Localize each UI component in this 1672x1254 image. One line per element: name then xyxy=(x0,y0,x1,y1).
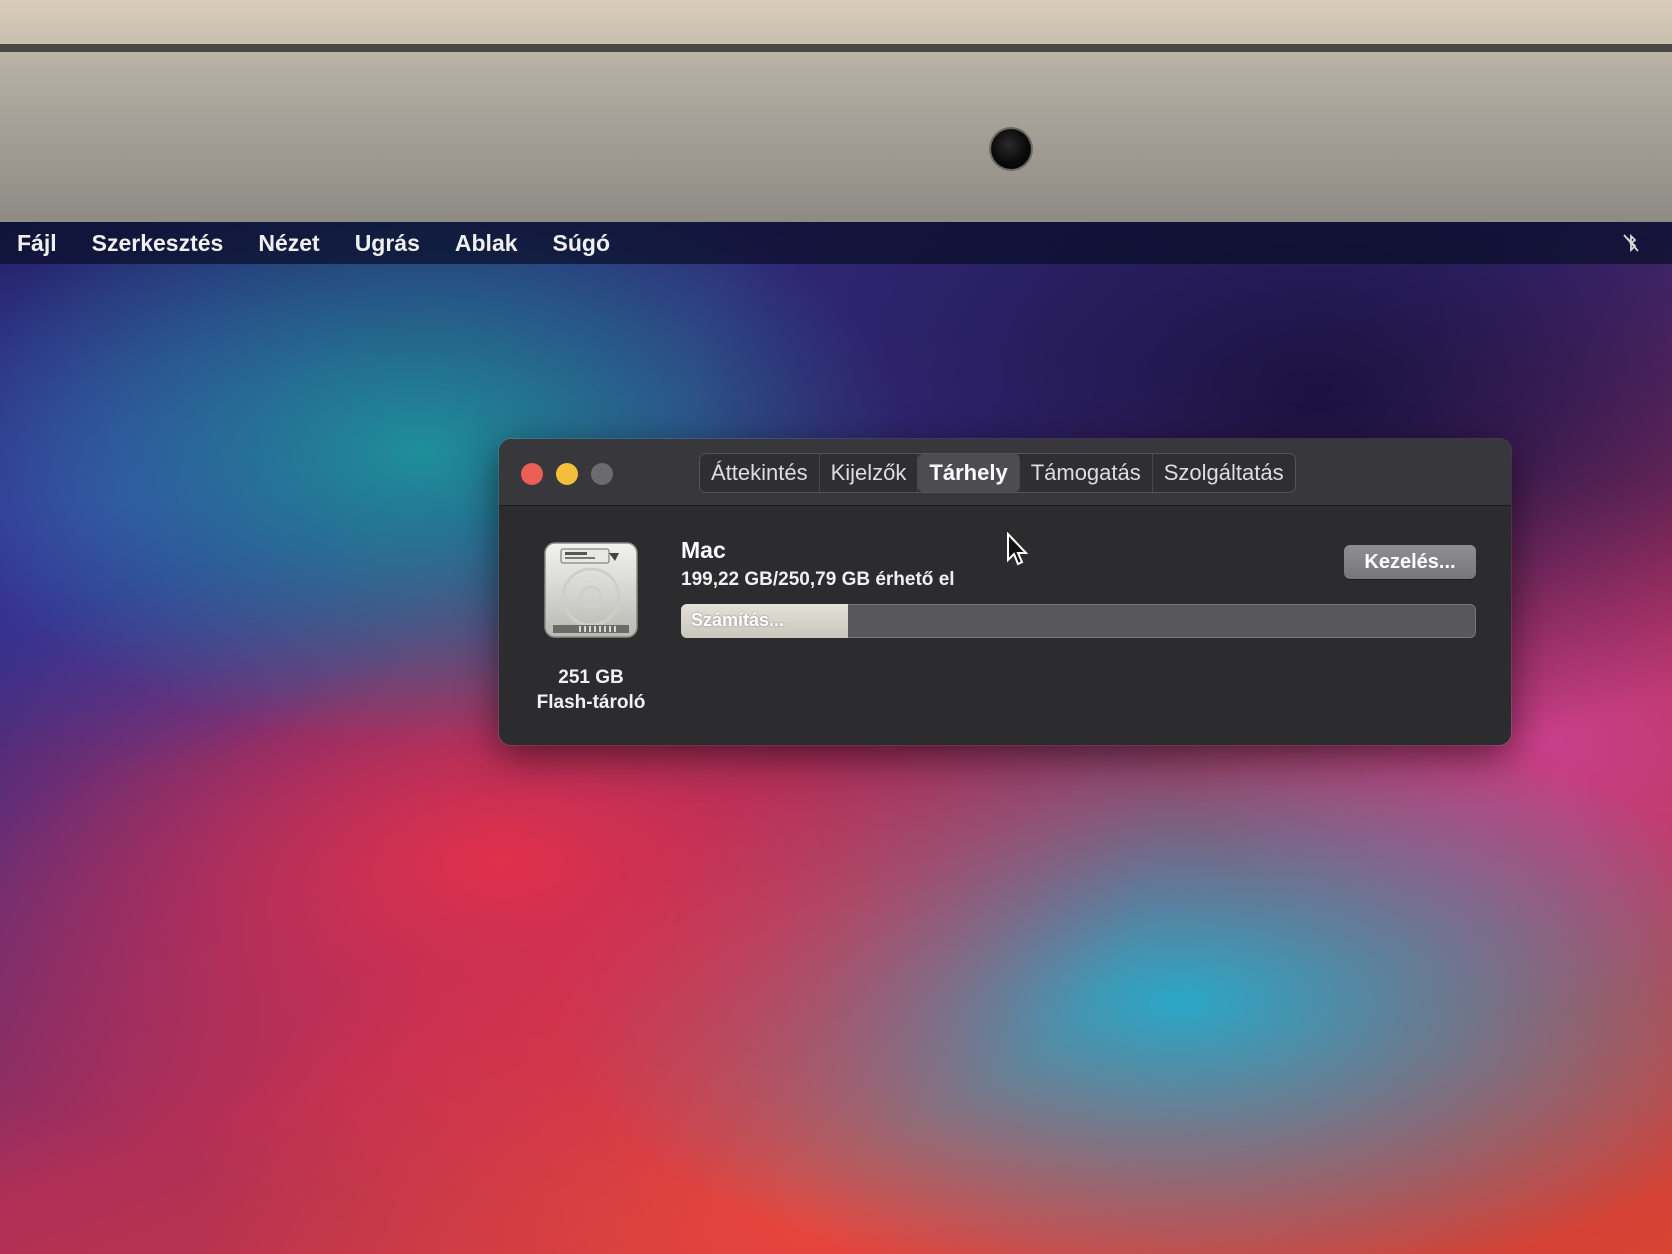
storage-calculating-label: Számítás... xyxy=(691,610,785,630)
disk-size-label: 251 GB xyxy=(558,667,624,688)
bezel-edge xyxy=(0,44,1672,52)
laptop-bezel xyxy=(0,0,1672,222)
tab-bar: Áttekintés Kijelzők Tárhely Támogatás Sz… xyxy=(699,453,1296,493)
tab-support[interactable]: Támogatás xyxy=(1020,454,1153,492)
menu-file[interactable]: Fájl xyxy=(17,230,57,257)
disk-capacity: 251 GB Flash-tároló xyxy=(519,665,663,715)
menu-view[interactable]: Nézet xyxy=(258,230,319,257)
volume-available: 199,22 GB/250,79 GB érhető el xyxy=(681,569,955,590)
menu-help[interactable]: Súgó xyxy=(553,230,611,257)
hard-drive-icon xyxy=(544,542,638,638)
tab-displays[interactable]: Kijelzők xyxy=(820,454,919,492)
desktop: Fájl Szerkesztés Nézet Ugrás Ablak Súgó … xyxy=(0,222,1672,1254)
tab-service[interactable]: Szolgáltatás xyxy=(1153,454,1295,492)
about-this-mac-window: Áttekintés Kijelzők Tárhely Támogatás Sz… xyxy=(499,439,1511,745)
webcam xyxy=(991,129,1031,169)
bluetooth-off-icon[interactable] xyxy=(1620,232,1642,254)
tab-storage[interactable]: Tárhely xyxy=(918,454,1020,492)
close-button[interactable] xyxy=(521,463,543,485)
minimize-button[interactable] xyxy=(556,463,578,485)
manage-button[interactable]: Kezelés... xyxy=(1344,545,1476,579)
window-titlebar: Áttekintés Kijelzők Tárhely Támogatás Sz… xyxy=(499,439,1511,506)
menu-bar: Fájl Szerkesztés Nézet Ugrás Ablak Súgó xyxy=(0,222,1672,264)
menu-go[interactable]: Ugrás xyxy=(355,230,420,257)
tab-overview[interactable]: Áttekintés xyxy=(700,454,820,492)
bezel-top xyxy=(0,0,1672,46)
menu-window[interactable]: Ablak xyxy=(455,230,518,257)
storage-bar: Számítás... xyxy=(681,604,1476,638)
zoom-button[interactable] xyxy=(591,463,613,485)
volume-name: Mac xyxy=(681,537,726,563)
menu-edit[interactable]: Szerkesztés xyxy=(92,230,224,257)
disk-type-label: Flash-tároló xyxy=(536,692,646,713)
mouse-cursor-icon xyxy=(1007,532,1029,566)
